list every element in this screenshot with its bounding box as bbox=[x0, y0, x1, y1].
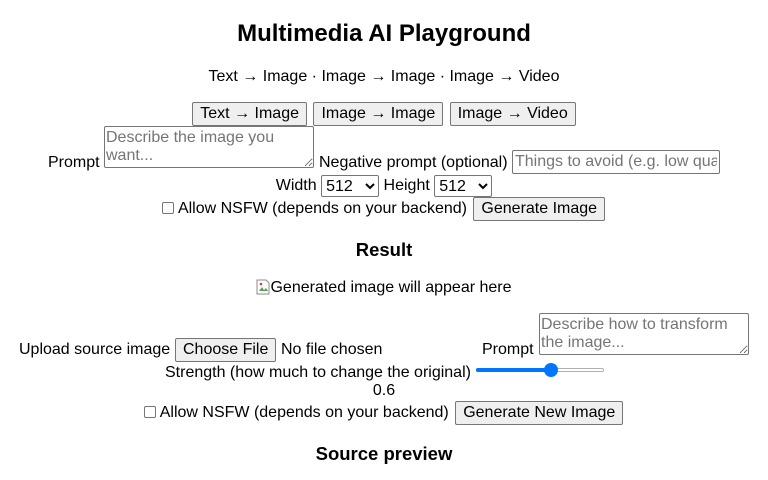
upload-label: Upload source image bbox=[19, 341, 171, 358]
result-image-placeholder: Generated image will appear here bbox=[0, 278, 768, 298]
tab-image-to-image[interactable]: Image → Image bbox=[313, 102, 444, 126]
transform-prompt-label: Prompt bbox=[482, 341, 534, 358]
generate-new-image-button[interactable]: Generate New Image bbox=[455, 401, 624, 425]
tab-image-to-video[interactable]: Image → Video bbox=[449, 102, 576, 126]
result-heading: Result bbox=[355, 239, 413, 260]
dimensions-row: Width 512 Height 512 bbox=[0, 175, 768, 197]
page-subtitle: Text → Image · Image → Image · Image → V… bbox=[208, 68, 560, 85]
strength-value: 0.6 bbox=[372, 382, 396, 399]
strength-slider-thumb[interactable] bbox=[544, 363, 559, 377]
page-title: Multimedia AI Playground bbox=[237, 20, 531, 47]
result-image-alt-text: Generated image will appear here bbox=[270, 279, 512, 296]
height-label: Height bbox=[383, 177, 430, 195]
nsfw-label: Allow NSFW (depends on your backend) bbox=[177, 200, 467, 218]
transform-nsfw-generate-row: Allow NSFW (depends on your backend) Gen… bbox=[0, 401, 768, 425]
strength-slider[interactable] bbox=[476, 362, 604, 378]
source-preview-heading: Source preview bbox=[315, 443, 453, 464]
prompt-label: Prompt bbox=[48, 154, 100, 171]
nsfw-generate-row: Allow NSFW (depends on your backend) Gen… bbox=[0, 197, 768, 221]
file-status-text: No file chosen bbox=[281, 341, 383, 358]
height-select[interactable]: 512 bbox=[434, 175, 493, 197]
mode-tabs: Text → Image Image → Image Image → Video bbox=[0, 102, 768, 126]
negative-prompt-label: Negative prompt (optional) bbox=[319, 154, 508, 171]
negative-prompt-input[interactable] bbox=[512, 150, 720, 174]
tab-text-to-image[interactable]: Text → Image bbox=[192, 102, 307, 126]
prompt-textarea[interactable] bbox=[104, 126, 314, 168]
generate-image-button[interactable]: Generate Image bbox=[473, 197, 606, 221]
width-select[interactable]: 512 bbox=[321, 175, 380, 197]
broken-image-icon bbox=[256, 279, 270, 295]
nsfw-checkbox[interactable] bbox=[161, 202, 174, 215]
strength-label: Strength (how much to change the origina… bbox=[165, 364, 471, 381]
transform-nsfw-checkbox[interactable] bbox=[143, 406, 156, 419]
choose-file-button[interactable]: Choose File bbox=[175, 338, 277, 362]
transform-prompt-textarea[interactable] bbox=[539, 313, 749, 355]
transform-nsfw-label: Allow NSFW (depends on your backend) bbox=[159, 404, 449, 422]
width-label: Width bbox=[275, 177, 317, 195]
